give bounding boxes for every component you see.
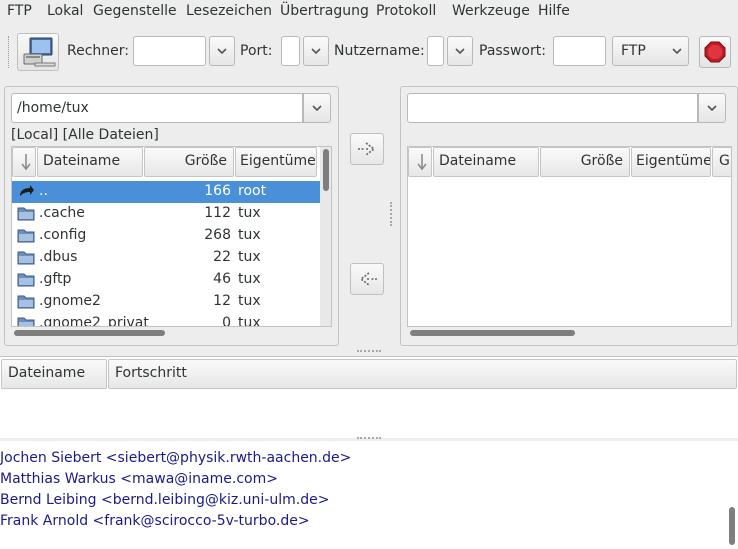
folder-icon xyxy=(17,295,35,309)
menu-uebertragung[interactable]: Übertragung xyxy=(280,3,369,19)
remote-path-input[interactable] xyxy=(407,93,698,123)
stop-icon xyxy=(704,41,726,63)
computer-icon xyxy=(23,37,56,67)
local-path-dropdown[interactable] xyxy=(303,93,331,123)
queue-col-name[interactable]: Dateiname xyxy=(1,359,107,389)
folder-icon xyxy=(17,317,35,326)
up-dir-icon xyxy=(20,185,34,196)
chevron-down-icon xyxy=(312,105,322,112)
port-input[interactable] xyxy=(281,36,300,66)
local-col-name[interactable]: Dateiname xyxy=(37,147,143,177)
protocol-value: FTP xyxy=(621,43,646,59)
port-history-button[interactable] xyxy=(303,36,329,66)
protocol-select[interactable]: FTP xyxy=(612,36,689,66)
remote-col-name[interactable]: Dateiname xyxy=(433,147,539,177)
upload-button[interactable] xyxy=(350,133,384,165)
chevron-down-icon xyxy=(707,105,717,112)
password-input[interactable] xyxy=(553,36,606,66)
remote-path-dropdown[interactable] xyxy=(698,93,726,123)
stop-button[interactable] xyxy=(699,36,731,68)
log-line: Matthias Warkus <mawa@iname.com> xyxy=(0,471,278,487)
log-splitter[interactable] xyxy=(357,437,381,439)
menu-ftp[interactable]: FTP xyxy=(7,3,32,19)
chevron-down-icon xyxy=(455,48,465,55)
pane-splitter[interactable] xyxy=(357,350,381,352)
local-vscroll-thumb[interactable] xyxy=(323,149,329,191)
file-row[interactable]: .gnome2_privat 0 tux xyxy=(12,313,320,326)
log-view[interactable]: Jochen Siebert <siebert@physik.rwth-aach… xyxy=(0,441,738,549)
local-file-list[interactable]: Dateiname Größe Eigentüme .. 166 root .c… xyxy=(11,146,332,327)
folder-icon xyxy=(17,229,35,243)
sort-arrow-icon xyxy=(417,154,427,171)
remote-hscrollbar[interactable] xyxy=(410,330,575,336)
log-vscroll-thumb[interactable] xyxy=(729,507,735,545)
file-row[interactable]: .cache 112 tux xyxy=(12,203,320,225)
arrow-right-icon xyxy=(358,142,376,156)
password-label: Passwort: xyxy=(479,43,546,59)
remote-col-group[interactable]: G xyxy=(712,147,731,177)
pane-grip[interactable] xyxy=(390,202,392,226)
file-row[interactable]: .. 166 root xyxy=(12,181,320,203)
folder-icon xyxy=(17,251,35,265)
local-hscrollbar[interactable] xyxy=(14,330,165,336)
chevron-down-icon xyxy=(672,48,682,55)
connect-button[interactable] xyxy=(17,33,59,71)
remote-col-size[interactable]: Größe xyxy=(540,147,630,177)
log-line: Bernd Leibing <bernd.leibing@kiz.uni-ulm… xyxy=(0,492,330,508)
log-line-partial xyxy=(0,441,4,445)
local-col-owner[interactable]: Eigentüme xyxy=(235,147,317,177)
host-input[interactable] xyxy=(133,36,206,66)
toolbar-grip[interactable] xyxy=(8,36,11,68)
sort-arrow-icon xyxy=(21,154,31,171)
remote-col-up[interactable] xyxy=(408,147,432,177)
log-line: Jochen Siebert <siebert@physik.rwth-aach… xyxy=(0,450,352,466)
connection-toolbar: Rechner: Port: Nutzername: Passwort: FTP xyxy=(0,30,738,74)
host-label: Rechner: xyxy=(67,43,129,59)
file-row[interactable]: .gnome2 12 tux xyxy=(12,291,320,313)
chevron-down-icon xyxy=(311,48,321,55)
menu-lesezeichen[interactable]: Lesezeichen xyxy=(186,3,272,19)
user-input[interactable] xyxy=(427,36,444,66)
menu-gegenstelle[interactable]: Gegenstelle xyxy=(93,3,177,19)
menu-protokoll[interactable]: Protokoll xyxy=(376,3,436,19)
file-row[interactable]: .config 268 tux xyxy=(12,225,320,247)
user-label: Nutzername: xyxy=(334,43,425,59)
host-history-button[interactable] xyxy=(209,36,235,66)
file-row[interactable]: .dbus 22 tux xyxy=(12,247,320,269)
menu-lokal[interactable]: Lokal xyxy=(47,3,83,19)
chevron-down-icon xyxy=(217,48,227,55)
local-vscrollbar[interactable] xyxy=(320,147,331,326)
menu-werkzeuge[interactable]: Werkzeuge xyxy=(452,3,530,19)
queue-col-progress[interactable]: Fortschritt xyxy=(108,359,737,389)
menu-bar: FTP Lokal Gegenstelle Lesezeichen Übertr… xyxy=(0,0,738,24)
folder-icon xyxy=(17,207,35,221)
local-filter-label: [Local] [Alle Dateien] xyxy=(11,127,159,143)
remote-col-owner[interactable]: Eigentüme xyxy=(631,147,711,177)
arrow-left-icon xyxy=(359,272,377,286)
remote-file-list[interactable]: Dateiname Größe Eigentüme G xyxy=(407,146,732,327)
menu-hilfe[interactable]: Hilfe xyxy=(538,3,570,19)
local-path-value: /home/tux xyxy=(17,100,89,116)
port-label: Port: xyxy=(240,43,273,59)
download-button[interactable] xyxy=(350,263,384,295)
local-col-up[interactable] xyxy=(12,147,36,177)
file-row[interactable]: .gftp 46 tux xyxy=(12,269,320,291)
user-history-button[interactable] xyxy=(447,36,473,66)
folder-icon xyxy=(17,273,35,287)
transfer-queue[interactable]: Dateiname Fortschritt xyxy=(0,356,738,438)
local-path-input[interactable]: /home/tux xyxy=(11,93,303,123)
log-line: Frank Arnold <frank@scirocco-5v-turbo.de… xyxy=(0,513,310,529)
local-col-size[interactable]: Größe xyxy=(144,147,234,177)
